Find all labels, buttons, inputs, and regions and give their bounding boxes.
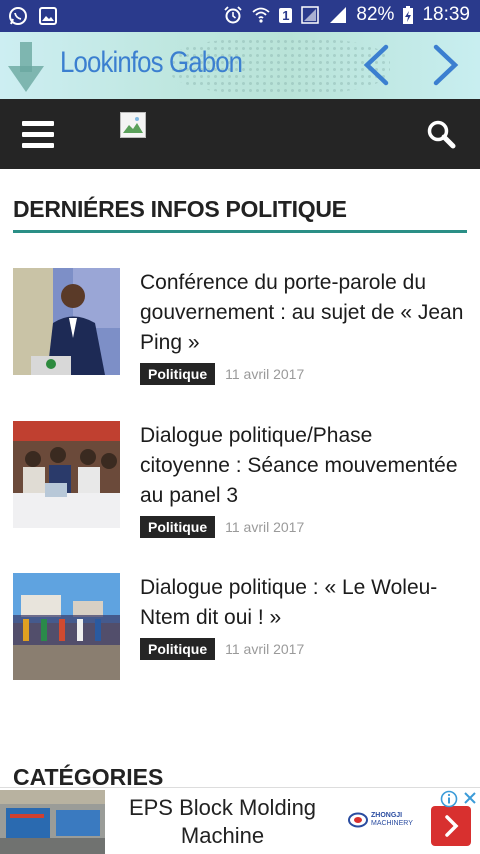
ad-brand-sub: MACHINERY (371, 820, 413, 827)
ad-info-icon[interactable] (440, 790, 458, 808)
ad-close-icon[interactable] (462, 790, 478, 806)
section-title: DERNIÉRES INFOS POLITIQUE (13, 196, 347, 222)
article-thumbnail[interactable] (13, 268, 120, 375)
nav-bar (0, 99, 480, 169)
site-banner: Lookinfos Gabon (0, 32, 480, 99)
article-thumbnail[interactable] (13, 573, 120, 680)
whatsapp-icon (9, 7, 27, 25)
ad-go-button[interactable] (431, 806, 471, 846)
category-badge[interactable]: Politique (140, 638, 216, 660)
chevron-left-icon[interactable] (362, 44, 390, 86)
category-badge[interactable]: Politique (140, 363, 216, 385)
status-bar: 1 82% 18:39 (0, 0, 480, 32)
article-title[interactable]: Dialogue politique : « Le Woleu-Ntem dit… (140, 573, 465, 633)
article-title[interactable]: Dialogue politique/Phase citoyenne : Séa… (140, 421, 465, 511)
article-date: 11 avril 2017 (225, 641, 305, 657)
chevron-right-icon (445, 815, 459, 837)
article-date: 11 avril 2017 (225, 366, 305, 382)
article-item[interactable]: Dialogue politique/Phase citoyenne : Séa… (13, 421, 467, 538)
signal-icon (301, 6, 320, 24)
ad-brand-logo: ZHONGJI MACHINERY (348, 812, 413, 828)
article-item[interactable]: Dialogue politique : « Le Woleu-Ntem dit… (13, 573, 467, 683)
down-arrow-icon (8, 42, 44, 92)
chevron-right-icon[interactable] (432, 44, 460, 86)
wifi-icon (252, 7, 270, 23)
gallery-icon (39, 7, 57, 25)
clock: 18:39 (422, 4, 470, 25)
broken-image-icon (120, 112, 146, 138)
section-divider (13, 230, 467, 233)
signal-strength-icon (330, 7, 347, 23)
ad-headline[interactable]: EPS Block Molding Machine (115, 794, 330, 850)
sim-slot-badge: 1 (279, 7, 293, 23)
category-badge[interactable]: Politique (140, 516, 216, 538)
article-date: 11 avril 2017 (225, 519, 305, 535)
article-title[interactable]: Conférence du porte-parole du gouverneme… (140, 268, 465, 358)
alarm-icon (224, 6, 242, 24)
zhongji-logo-icon (348, 812, 368, 828)
battery-charging-icon (403, 6, 414, 24)
article-thumbnail[interactable] (13, 421, 120, 528)
hamburger-menu-icon[interactable] (22, 121, 54, 148)
battery-percent: 82% (356, 4, 395, 25)
ad-brand-name: ZHONGJI (371, 812, 403, 819)
ad-banner[interactable]: EPS Block Molding Machine ZHONGJI MACHIN… (0, 787, 480, 854)
article-item[interactable]: Conférence du porte-parole du gouverneme… (13, 268, 467, 385)
search-icon[interactable] (426, 119, 456, 149)
ad-image[interactable] (0, 790, 105, 854)
site-logo-title: Lookinfos Gabon (60, 46, 243, 79)
